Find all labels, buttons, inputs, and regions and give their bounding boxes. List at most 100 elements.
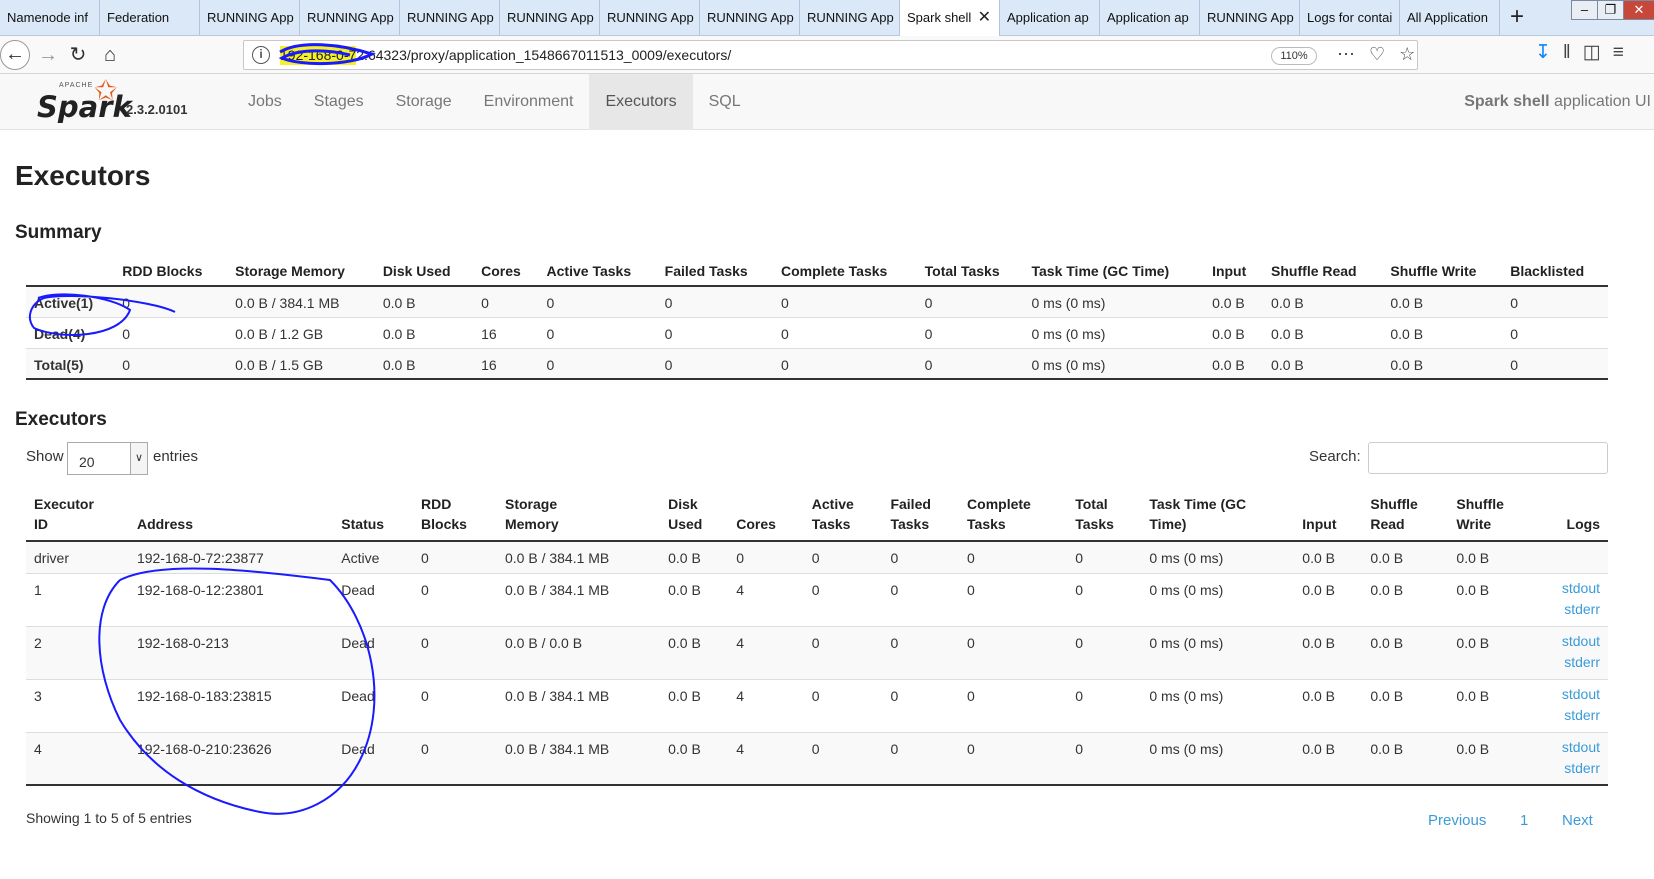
browser-tab[interactable]: Application ap bbox=[1000, 0, 1100, 35]
more-actions-icon[interactable]: ⋯ bbox=[1337, 44, 1369, 64]
table-cell: 0.0 B / 1.5 GB bbox=[235, 356, 324, 373]
minimize-icon[interactable]: – bbox=[1571, 0, 1598, 20]
stderr-link[interactable]: stderr bbox=[1542, 652, 1600, 673]
stdout-link[interactable]: stdout bbox=[1542, 684, 1600, 705]
column-header[interactable]: Task Time (GC Time) bbox=[1024, 259, 1205, 286]
column-header[interactable]: Address bbox=[129, 490, 333, 541]
table-cell: 0.0 B bbox=[1370, 634, 1404, 651]
column-header[interactable]: Complete Tasks bbox=[773, 259, 917, 286]
tab-executors[interactable]: Executors bbox=[589, 74, 693, 130]
tab-stages[interactable]: Stages bbox=[298, 74, 380, 130]
column-header[interactable]: Storage Memory bbox=[497, 490, 660, 541]
stderr-link[interactable]: stderr bbox=[1542, 599, 1600, 620]
column-header[interactable]: Storage Memory bbox=[227, 259, 375, 286]
browser-tab[interactable]: Federation bbox=[100, 0, 200, 35]
previous-link[interactable]: Previous bbox=[1428, 812, 1486, 829]
browser-tab[interactable]: Logs for contai bbox=[1300, 0, 1400, 35]
column-header[interactable]: Executor ID bbox=[26, 490, 129, 541]
table-cell: 0.0 B bbox=[1390, 356, 1424, 373]
stdout-link[interactable]: stdout bbox=[1542, 737, 1600, 758]
column-header[interactable]: Shuffle Read bbox=[1263, 259, 1382, 286]
column-header[interactable]: Disk Used bbox=[375, 259, 473, 286]
zoom-indicator[interactable]: 110% bbox=[1271, 47, 1317, 65]
forward-icon[interactable]: → bbox=[34, 41, 62, 69]
logs-cell: stdout stderr bbox=[1534, 626, 1608, 679]
window-controls: – ❐ ✕ bbox=[1571, 0, 1654, 22]
table-cell: 0 ms (0 ms) bbox=[1149, 634, 1224, 651]
restore-icon[interactable]: ❐ bbox=[1597, 0, 1624, 20]
browser-tab[interactable]: RUNNING App bbox=[700, 0, 800, 35]
tab-storage[interactable]: Storage bbox=[380, 74, 468, 130]
download-icon[interactable]: ↧ bbox=[1535, 42, 1563, 63]
column-header[interactable]: Shuffle Write bbox=[1382, 259, 1502, 286]
table-cell: 0.0 B bbox=[382, 295, 416, 311]
table-cell: 4 bbox=[34, 740, 42, 757]
column-header[interactable]: Active Tasks bbox=[539, 259, 657, 286]
browser-tab[interactable]: RUNNING App bbox=[300, 0, 400, 35]
sidebar-icon[interactable]: ◫ bbox=[1583, 42, 1613, 63]
column-header[interactable]: Complete Tasks bbox=[959, 490, 1067, 541]
column-header[interactable]: Total Tasks bbox=[1067, 490, 1141, 541]
browser-tab[interactable]: RUNNING App bbox=[400, 0, 500, 35]
column-header[interactable]: RDD Blocks bbox=[413, 490, 497, 541]
browser-tab[interactable]: RUNNING App bbox=[600, 0, 700, 35]
header-line: Shuffle bbox=[1456, 496, 1504, 512]
entries-select[interactable]: 20 ∨ bbox=[67, 442, 148, 475]
back-icon[interactable]: ← bbox=[0, 40, 30, 70]
column-header[interactable]: Input bbox=[1294, 490, 1362, 541]
spark-logo[interactable]: APACHE Spark ✩ bbox=[37, 75, 132, 124]
column-header[interactable]: Total Tasks bbox=[917, 259, 1024, 286]
reload-icon[interactable]: ↻ bbox=[64, 41, 92, 69]
browser-tab[interactable]: Spark shell ✕ bbox=[900, 0, 1000, 36]
table-cell: 0.0 B bbox=[1370, 581, 1404, 598]
page-number-link[interactable]: 1 bbox=[1520, 812, 1528, 829]
column-header[interactable]: Shuffle Read bbox=[1362, 490, 1448, 541]
stderr-link[interactable]: stderr bbox=[1542, 705, 1600, 726]
table-cell: 0.0 B bbox=[1390, 325, 1424, 342]
bookmark-star-icon[interactable]: ☆ bbox=[1399, 44, 1429, 64]
tab-environment[interactable]: Environment bbox=[468, 74, 590, 130]
pocket-icon[interactable]: ♡ bbox=[1369, 44, 1399, 64]
column-header[interactable] bbox=[26, 259, 114, 286]
header-line: Storage bbox=[504, 496, 558, 512]
spark-star-icon: ✩ bbox=[94, 75, 118, 106]
stderr-link[interactable]: stderr bbox=[1542, 758, 1600, 779]
next-link[interactable]: Next bbox=[1562, 812, 1593, 829]
column-header[interactable]: Logs bbox=[1534, 490, 1608, 541]
table-cell: Dead bbox=[341, 687, 375, 704]
url-bar[interactable]: i 192-168-0-72:64323/proxy/application_1… bbox=[243, 40, 1418, 70]
library-icon[interactable]: ‖ bbox=[1563, 42, 1583, 63]
browser-tab[interactable]: RUNNING App bbox=[1200, 0, 1300, 35]
column-header[interactable]: Failed Tasks bbox=[657, 259, 773, 286]
column-header[interactable]: RDD Blocks bbox=[114, 259, 227, 286]
browser-tab[interactable]: Application ap bbox=[1100, 0, 1200, 35]
tab-sql[interactable]: SQL bbox=[693, 74, 757, 130]
close-tab-icon[interactable]: ✕ bbox=[978, 0, 991, 35]
column-header[interactable]: Cores bbox=[728, 490, 804, 541]
close-window-icon[interactable]: ✕ bbox=[1623, 0, 1654, 20]
browser-tab[interactable]: RUNNING App bbox=[500, 0, 600, 35]
column-header[interactable]: Status bbox=[333, 490, 413, 541]
browser-tab[interactable]: RUNNING App bbox=[800, 0, 900, 35]
stdout-link[interactable]: stdout bbox=[1542, 631, 1600, 652]
search-input[interactable] bbox=[1368, 442, 1608, 474]
browser-tab[interactable]: Namenode inf bbox=[0, 0, 100, 35]
new-tab-icon[interactable]: + bbox=[1500, 0, 1534, 35]
column-header[interactable]: Cores bbox=[473, 259, 538, 286]
column-header[interactable]: Shuffle Write bbox=[1448, 490, 1534, 541]
header-line: Active bbox=[811, 496, 854, 512]
column-header[interactable]: Disk Used bbox=[660, 490, 728, 541]
column-header[interactable]: Blacklisted bbox=[1502, 259, 1608, 286]
site-info-icon[interactable]: i bbox=[252, 46, 270, 64]
column-header[interactable]: Input bbox=[1204, 259, 1263, 286]
column-header[interactable]: Failed Tasks bbox=[882, 490, 959, 541]
tab-jobs[interactable]: Jobs bbox=[232, 74, 298, 130]
browser-tab[interactable]: RUNNING App bbox=[200, 0, 300, 35]
header-line: Read bbox=[1370, 516, 1405, 532]
browser-tab[interactable]: All Application bbox=[1400, 0, 1500, 35]
column-header[interactable]: Active Tasks bbox=[804, 490, 883, 541]
column-header[interactable]: Task Time (GC Time) bbox=[1141, 490, 1294, 541]
home-icon[interactable]: ⌂ bbox=[96, 41, 124, 69]
menu-icon[interactable]: ≡ bbox=[1613, 42, 1636, 63]
stdout-link[interactable]: stdout bbox=[1542, 578, 1600, 599]
